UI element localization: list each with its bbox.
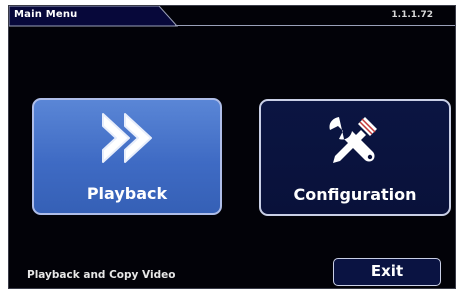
configuration-label: Configuration (293, 185, 417, 204)
version-label: 1.1.1.72 (391, 10, 433, 20)
menu-title: Main Menu (14, 9, 78, 20)
configuration-tile[interactable]: Configuration (259, 99, 451, 216)
title-divider (175, 25, 455, 26)
exit-button[interactable]: Exit (333, 258, 441, 286)
playback-label: Playback (86, 184, 168, 203)
wrench-screwdriver-icon (325, 113, 385, 173)
selection-hint: Playback and Copy Video (27, 269, 176, 281)
fast-forward-icon (95, 112, 159, 168)
dvr-screen: Main Menu 1.1.1.72 Playback Configuratio… (8, 5, 456, 289)
title-bar: Main Menu 1.1.1.72 (9, 6, 455, 28)
playback-tile[interactable]: Playback (32, 98, 222, 215)
